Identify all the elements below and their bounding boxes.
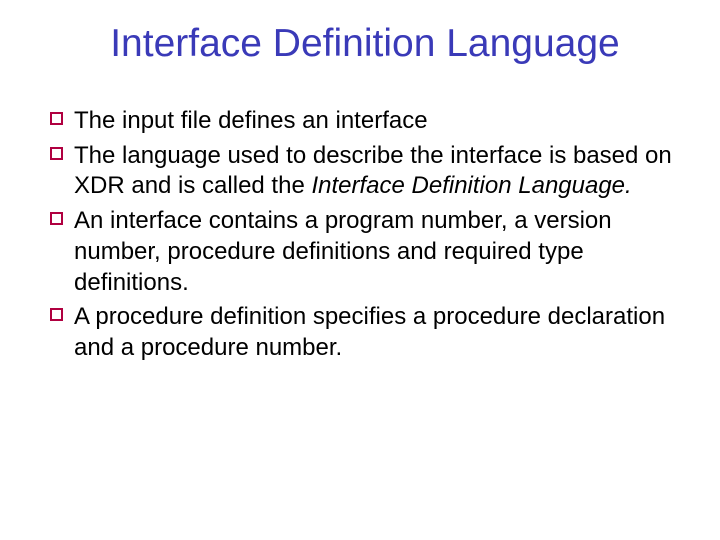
slide: Interface Definition Language The input …	[0, 0, 720, 540]
bullet-icon	[50, 147, 63, 160]
list-item: An interface contains a program number, …	[50, 206, 680, 298]
list-item: The language used to describe the interf…	[50, 141, 680, 202]
bullet-icon	[50, 308, 63, 321]
bullet-text: The input file defines an interface	[74, 107, 428, 134]
bullet-icon	[50, 212, 63, 225]
bullet-text: A procedure definition specifies a proce…	[74, 303, 665, 361]
bullet-text-italic: Interface Definition Language.	[311, 172, 631, 199]
list-item: The input file defines an interface	[50, 106, 680, 137]
list-item: A procedure definition specifies a proce…	[50, 302, 680, 363]
slide-title: Interface Definition Language	[50, 22, 680, 66]
bullet-text: An interface contains a program number, …	[74, 207, 612, 295]
bullet-icon	[50, 112, 63, 125]
bullet-list: The input file defines an interface The …	[50, 106, 680, 364]
